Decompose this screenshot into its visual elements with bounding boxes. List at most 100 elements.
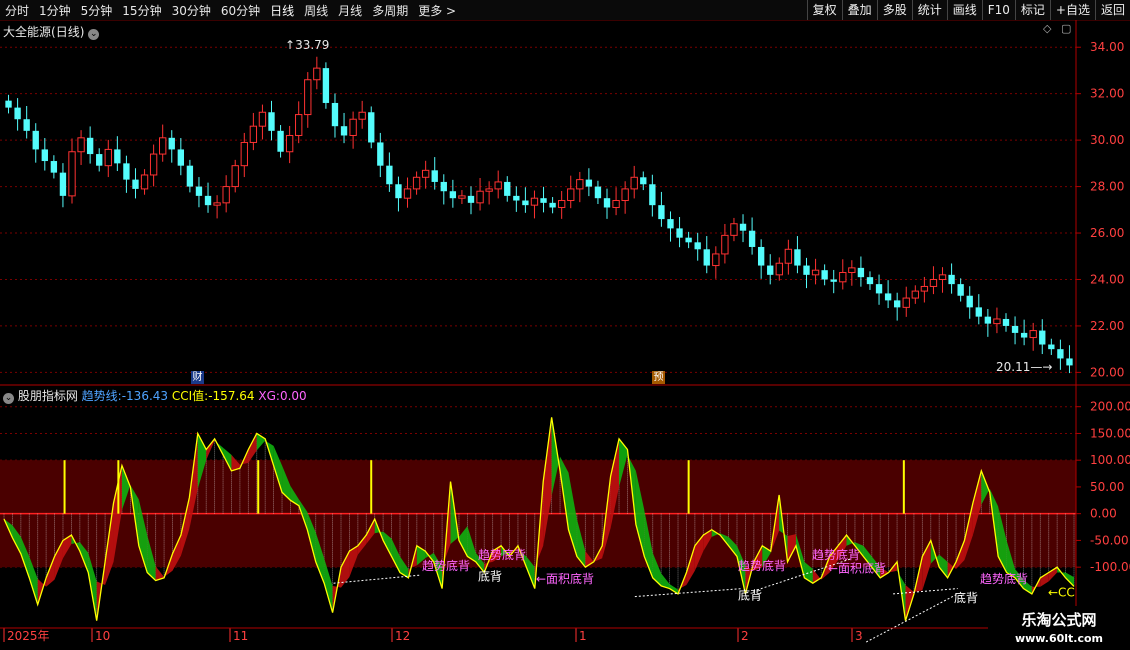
action-button-2[interactable]: 多股 [876, 0, 912, 20]
action-button-5[interactable]: F10 [981, 0, 1015, 20]
candle-body-down[interactable] [340, 126, 348, 136]
candle-body-up[interactable] [349, 118, 357, 136]
candle-body-down[interactable] [676, 228, 683, 238]
period-tab-0[interactable]: 分时 [0, 2, 34, 19]
action-button-8[interactable]: 返回 [1094, 0, 1130, 20]
candle-body-down[interactable] [195, 186, 203, 196]
candle-body-up[interactable] [911, 290, 919, 299]
candle-body-down[interactable] [114, 149, 121, 164]
candle-body-up[interactable] [902, 297, 910, 308]
candle-body-up[interactable] [938, 274, 947, 280]
candle-body-up[interactable] [848, 267, 856, 274]
candle-body-down[interactable] [658, 205, 665, 220]
candle-body-up[interactable] [222, 186, 230, 204]
candle-body-up[interactable] [231, 165, 239, 188]
candle-body-up[interactable] [721, 234, 729, 255]
candle-body-up[interactable] [68, 151, 76, 197]
candle-body-up[interactable] [630, 176, 638, 190]
window-icon[interactable]: ▢ [1061, 22, 1071, 35]
candle-body-down[interactable] [703, 249, 710, 266]
candle-body-up[interactable] [993, 318, 1001, 325]
candle-body-down[interactable] [513, 195, 520, 201]
candle-body-up[interactable] [140, 174, 149, 190]
candle-body-down[interactable] [204, 195, 212, 206]
candle-body-down[interactable] [123, 163, 130, 180]
period-tab-1[interactable]: 1分钟 [34, 2, 76, 19]
candle-body-up[interactable] [839, 272, 847, 283]
candle-body-down[interactable] [830, 279, 837, 282]
candle-body-down[interactable] [504, 181, 511, 196]
candle-body-up[interactable] [621, 188, 629, 202]
candle-body-up[interactable] [304, 79, 312, 116]
diamond-icon[interactable]: ◇ [1043, 22, 1051, 35]
candle-body-down[interactable] [685, 237, 692, 243]
candle-body-down[interactable] [186, 165, 194, 187]
action-button-7[interactable]: +自选 [1049, 0, 1095, 20]
candle-body-down[interactable] [794, 249, 801, 266]
settings-icon[interactable]: ⌄ [88, 29, 100, 40]
candle-body-down[interactable] [322, 68, 330, 103]
candle-body-down[interactable] [14, 107, 21, 120]
candle-body-up[interactable] [421, 169, 430, 178]
period-tab-2[interactable]: 5分钟 [76, 2, 118, 19]
candle-body-down[interactable] [603, 198, 611, 208]
candle-body-up[interactable] [811, 269, 820, 276]
candle-body-down[interactable] [1020, 332, 1028, 338]
candle-body-up[interactable] [576, 179, 584, 190]
candle-body-up[interactable] [213, 202, 221, 206]
candle-body-up[interactable] [567, 188, 575, 202]
candle-body-up[interactable] [258, 111, 267, 127]
candle-body-up[interactable] [730, 223, 738, 236]
candle-body-up[interactable] [920, 285, 929, 292]
candle-body-down[interactable] [948, 274, 955, 285]
candle-body-down[interactable] [667, 219, 674, 229]
action-button-4[interactable]: 画线 [946, 0, 982, 20]
candle-body-down[interactable] [96, 154, 103, 166]
candle-body-down[interactable] [1039, 330, 1046, 345]
candle-body-up[interactable] [784, 248, 793, 264]
candle-body-up[interactable] [77, 137, 85, 153]
period-tab-8[interactable]: 月线 [333, 2, 367, 19]
candle-body-up[interactable] [313, 67, 321, 81]
candle-body-down[interactable] [739, 223, 747, 231]
candle-body-down[interactable] [748, 230, 756, 247]
candle-body-down[interactable] [694, 242, 701, 250]
kline-chart-area[interactable]: 20.0022.0024.0026.0028.0030.0032.0034.00… [0, 20, 1130, 650]
candle-body-down[interactable] [767, 265, 774, 275]
candle-body-down[interactable] [884, 293, 892, 301]
candle-body-up[interactable] [458, 195, 466, 199]
candle-body-up[interactable] [712, 253, 720, 267]
action-button-0[interactable]: 复权 [806, 0, 842, 20]
candle-body-down[interactable] [467, 195, 475, 203]
candle-body-down[interactable] [86, 137, 94, 155]
candle-body-down[interactable] [957, 284, 964, 296]
candle-body-up[interactable] [104, 148, 112, 167]
candle-body-down[interactable] [1002, 318, 1010, 326]
period-tab-3[interactable]: 15分钟 [117, 2, 166, 19]
candle-body-down[interactable] [640, 177, 647, 185]
candle-body-up[interactable] [240, 141, 248, 167]
candle-body-down[interactable] [449, 191, 457, 199]
period-tab-4[interactable]: 30分钟 [167, 2, 216, 19]
candle-body-up[interactable] [775, 262, 783, 276]
candle-body-down[interactable] [984, 316, 992, 324]
candle-body-up[interactable] [494, 181, 502, 190]
candle-body-down[interactable] [395, 184, 402, 199]
candle-body-down[interactable] [966, 295, 973, 308]
candle-body-down[interactable] [875, 284, 883, 294]
candle-body-up[interactable] [149, 153, 158, 176]
candle-body-down[interactable] [821, 270, 828, 280]
candle-body-down[interactable] [1048, 344, 1055, 350]
candle-body-up[interactable] [358, 111, 366, 120]
period-tab-10[interactable]: 更多 > [413, 2, 461, 19]
candle-body-up[interactable] [530, 197, 539, 206]
candle-body-down[interactable] [377, 142, 384, 166]
candle-body-down[interactable] [975, 307, 982, 317]
candle-body-down[interactable] [368, 112, 375, 143]
period-tab-7[interactable]: 周线 [299, 2, 333, 19]
candle-body-down[interactable] [894, 300, 901, 308]
candle-body-up[interactable] [403, 188, 412, 199]
candle-body-down[interactable] [277, 130, 284, 152]
indicator-settings-icon[interactable]: ⌄ [3, 393, 14, 404]
candle-body-down[interactable] [1011, 325, 1019, 333]
